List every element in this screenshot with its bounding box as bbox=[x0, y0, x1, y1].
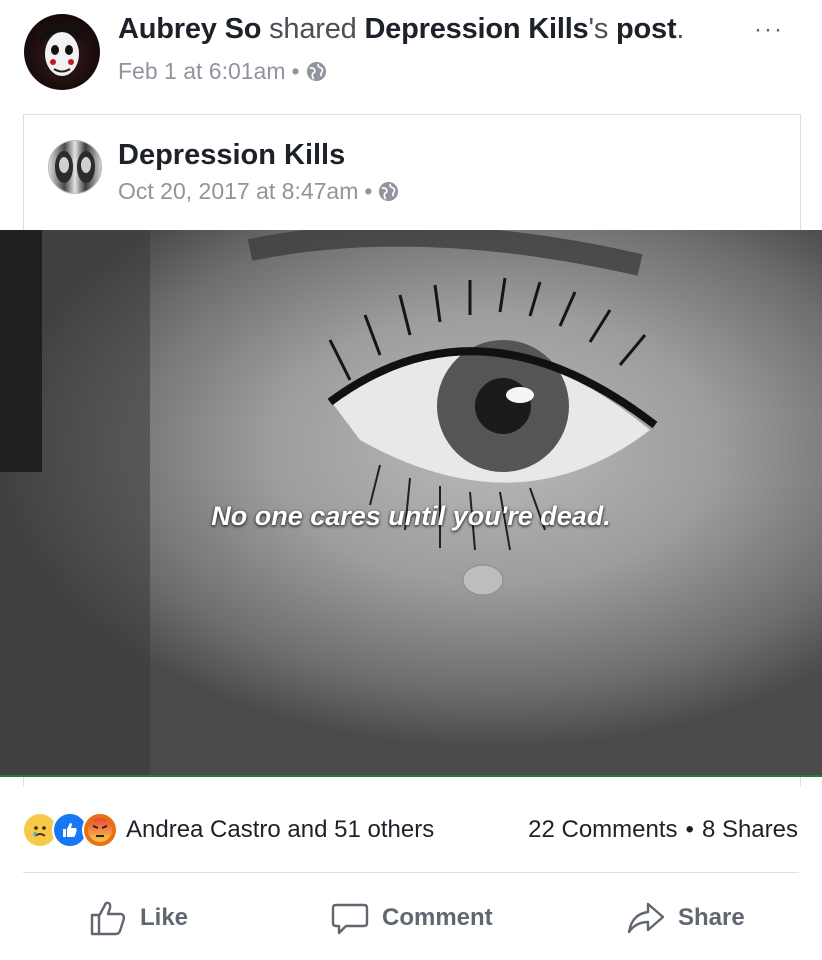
shared-post-timestamp[interactable]: Oct 20, 2017 at 8:47am bbox=[118, 178, 358, 205]
shared-page-link[interactable]: Depression Kills bbox=[364, 13, 588, 45]
page-avatar[interactable] bbox=[48, 140, 102, 194]
shares-count[interactable]: 8 Shares bbox=[702, 816, 798, 844]
more-options-icon[interactable]: ··· bbox=[754, 16, 784, 44]
sharer-name-link[interactable]: Aubrey So bbox=[118, 13, 261, 45]
mask-avatar-image bbox=[40, 24, 84, 76]
meta-dot: • bbox=[291, 58, 300, 84]
title-period: . bbox=[676, 13, 685, 45]
sharer-avatar[interactable] bbox=[24, 14, 100, 90]
counts-separator: • bbox=[685, 816, 694, 843]
like-button[interactable]: Like bbox=[88, 890, 188, 946]
actions-divider bbox=[23, 872, 799, 873]
shared-verb: shared bbox=[269, 13, 357, 45]
comment-label: Comment bbox=[382, 904, 493, 931]
share-label: Share bbox=[678, 904, 745, 931]
comment-bubble-icon bbox=[331, 903, 369, 935]
post-link[interactable]: post bbox=[616, 13, 677, 45]
globe-icon[interactable] bbox=[306, 61, 327, 82]
globe-icon[interactable] bbox=[378, 181, 399, 202]
possessive: 's bbox=[588, 13, 609, 45]
post-meta: Feb 1 at 6:01am • bbox=[118, 58, 327, 85]
reactors-summary[interactable]: Andrea Castro and 51 others bbox=[126, 816, 434, 844]
share-arrow-icon bbox=[627, 902, 665, 934]
shared-meta-dot: • bbox=[364, 178, 373, 204]
angry-reaction-icon bbox=[82, 812, 118, 848]
shared-post-meta: Oct 20, 2017 at 8:47am • bbox=[118, 178, 399, 205]
like-label: Like bbox=[140, 904, 189, 931]
share-button[interactable]: Share bbox=[626, 890, 745, 946]
image-caption-text: No one cares until you're dead. bbox=[211, 501, 611, 531]
page-avatar-image bbox=[55, 151, 95, 183]
image-bottom-border bbox=[0, 775, 822, 777]
engagement-counts: 22 Comments • 8 Shares bbox=[528, 816, 798, 844]
comments-count[interactable]: 22 Comments bbox=[528, 816, 677, 844]
comment-button[interactable]: Comment bbox=[330, 890, 493, 946]
shared-page-name[interactable]: Depression Kills bbox=[118, 139, 345, 172]
thumbs-up-icon bbox=[90, 901, 126, 936]
post-timestamp[interactable]: Feb 1 at 6:01am bbox=[118, 58, 286, 85]
post-header-title: Aubrey So shared Depression Kills's post… bbox=[118, 13, 684, 46]
reaction-icons[interactable] bbox=[22, 812, 118, 848]
